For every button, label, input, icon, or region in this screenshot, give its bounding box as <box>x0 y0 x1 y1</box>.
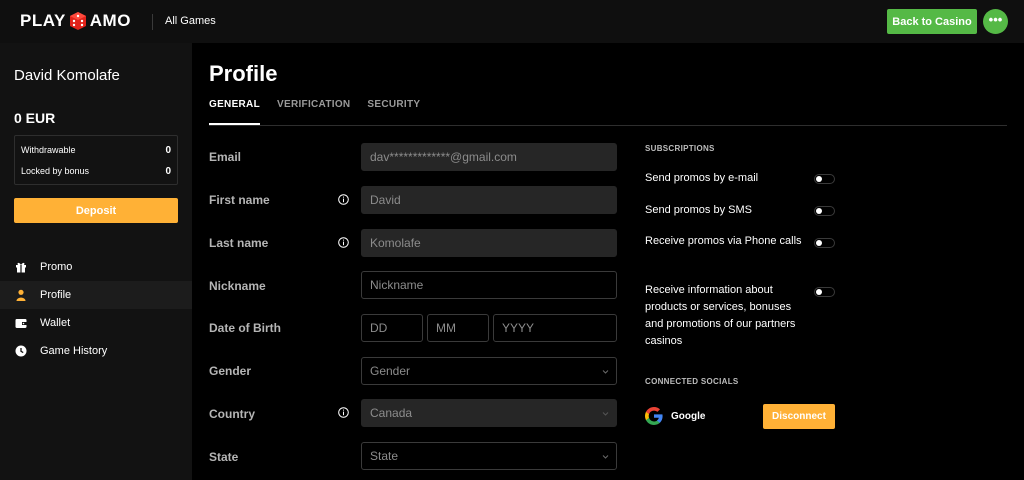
sidebar-item-promo[interactable]: Promo <box>0 253 192 281</box>
dob-day-input[interactable]: DD <box>361 314 423 342</box>
gender-value: Gender <box>370 364 411 378</box>
gender-label: Gender <box>209 364 252 378</box>
withdrawable-value: 0 <box>165 145 171 156</box>
sidebar-item-label: Wallet <box>40 317 71 329</box>
chevron-down-icon <box>602 412 609 416</box>
toggle-knob <box>816 176 822 182</box>
subscription-partners-label: Receive information about products or se… <box>645 284 796 347</box>
locked-bonus-value: 0 <box>165 166 171 177</box>
sidebar-item-wallet[interactable]: Wallet <box>0 309 192 337</box>
playamo-logo[interactable]: PLAY AMO <box>20 11 131 31</box>
nickname-placeholder: Nickname <box>370 278 424 292</box>
tab-verification[interactable]: VERIFICATION <box>277 99 350 125</box>
sidebar-item-profile[interactable]: Profile <box>0 281 192 309</box>
google-icon <box>645 407 663 425</box>
chevron-down-icon <box>602 455 609 459</box>
state-select[interactable]: State <box>361 442 617 470</box>
subscription-phone-label: Receive promos via Phone calls <box>645 235 802 247</box>
sidebar-item-game-history[interactable]: Game History <box>0 337 192 365</box>
subscription-partners-toggle[interactable] <box>814 287 835 297</box>
toggle-knob <box>816 289 822 295</box>
withdrawable-row: Withdrawable 0 <box>21 145 171 156</box>
top-bar: PLAY AMO All Games Back to Casino ••• <box>0 0 1024 43</box>
tab-general[interactable]: GENERAL <box>209 99 260 125</box>
google-label: Google <box>671 411 706 422</box>
subscription-email-toggle[interactable] <box>814 174 835 184</box>
main-content: Profile GENERAL VERIFICATION SECURITY Em… <box>192 43 1024 480</box>
dob-month-input[interactable]: MM <box>427 314 489 342</box>
email-value: dav*************@gmail.com <box>370 150 517 164</box>
state-value: State <box>370 449 399 463</box>
dob-day-placeholder: DD <box>370 321 388 335</box>
country-select: Canada <box>361 399 617 427</box>
dob-month-placeholder: MM <box>436 321 456 335</box>
all-games-link[interactable]: All Games <box>165 15 216 27</box>
email-field: dav*************@gmail.com <box>361 143 617 171</box>
first-name-field: David <box>361 186 617 214</box>
page-title: Profile <box>209 61 278 86</box>
more-menu-button[interactable]: ••• <box>983 9 1008 34</box>
state-label: State <box>209 450 239 464</box>
balance-details: Withdrawable 0 Locked by bonus 0 <box>14 135 178 185</box>
balance-amount: 0 EUR <box>14 110 56 126</box>
subscriptions-heading: SUBSCRIPTIONS <box>645 144 715 153</box>
nickname-input[interactable]: Nickname <box>361 271 617 299</box>
header-divider <box>152 14 153 30</box>
first-name-label: First name <box>209 193 270 207</box>
locked-bonus-label: Locked by bonus <box>21 166 90 176</box>
toggle-knob <box>816 240 822 246</box>
info-icon[interactable] <box>338 237 349 248</box>
sidebar-item-label: Promo <box>40 261 73 273</box>
dob-label: Date of Birth <box>209 321 281 335</box>
tab-security[interactable]: SECURITY <box>367 99 420 125</box>
locked-bonus-row: Locked by bonus 0 <box>21 166 171 177</box>
subscription-email-label: Send promos by e-mail <box>645 172 759 184</box>
sidebar-nav: Promo Profile Wallet Game History <box>0 253 192 365</box>
last-name-field: Komolafe <box>361 229 617 257</box>
first-name-value: David <box>370 193 401 207</box>
chevron-down-icon <box>602 370 609 374</box>
user-icon <box>14 289 27 302</box>
tabs-divider <box>209 125 1007 126</box>
back-to-casino-button[interactable]: Back to Casino <box>887 9 977 34</box>
toggle-knob <box>816 208 822 214</box>
sidebar-item-label: Game History <box>40 345 108 357</box>
last-name-label: Last name <box>209 236 269 250</box>
email-label: Email <box>209 150 242 164</box>
deposit-button[interactable]: Deposit <box>14 198 178 223</box>
info-icon[interactable] <box>338 194 349 205</box>
info-icon[interactable] <box>338 407 349 418</box>
withdrawable-label: Withdrawable <box>21 145 76 155</box>
user-name: David Komolafe <box>14 67 120 84</box>
gift-icon <box>14 261 27 274</box>
sidebar-item-label: Profile <box>40 289 72 301</box>
more-dots-icon: ••• <box>988 11 1003 27</box>
nickname-label: Nickname <box>209 279 266 293</box>
sidebar: David Komolafe 0 EUR Withdrawable 0 Lock… <box>0 43 192 480</box>
logo-text-right: AMO <box>89 11 131 30</box>
country-label: Country <box>209 407 255 421</box>
subscription-sms-toggle[interactable] <box>814 206 835 216</box>
subscription-phone-toggle[interactable] <box>814 238 835 248</box>
profile-tabs: GENERAL VERIFICATION SECURITY <box>209 99 437 125</box>
disconnect-button[interactable]: Disconnect <box>763 404 835 429</box>
logo-text-left: PLAY <box>20 11 66 30</box>
subscription-sms-label: Send promos by SMS <box>645 204 752 216</box>
dice-logo-icon <box>69 12 86 30</box>
dob-year-placeholder: YYYY <box>502 321 535 335</box>
dob-year-input[interactable]: YYYY <box>493 314 617 342</box>
country-value: Canada <box>370 406 413 420</box>
connected-socials-heading: CONNECTED SOCIALS <box>645 377 739 386</box>
gender-select[interactable]: Gender <box>361 357 617 385</box>
wallet-icon <box>14 317 27 330</box>
last-name-value: Komolafe <box>370 236 421 250</box>
clock-icon <box>14 345 27 358</box>
